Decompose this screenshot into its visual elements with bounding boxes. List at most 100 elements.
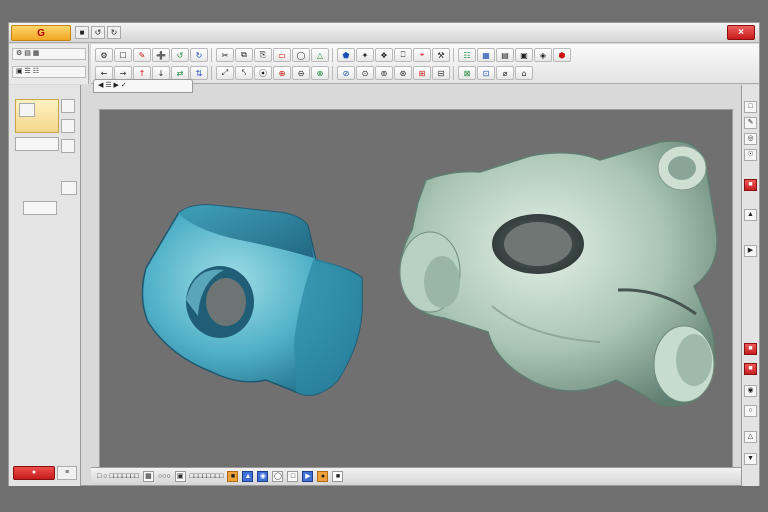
status-indicator-small[interactable]: ≡ [57,466,77,480]
right-tool-7-icon[interactable]: ▶ [744,245,757,257]
ribbon-row1-tool-15-icon[interactable]: ❖ [375,48,393,62]
ribbon-row1-tool-4-icon[interactable]: ➕ [152,48,170,62]
right-tool-4-icon[interactable]: ☉ [744,149,757,161]
ribbon-row1-tool-5-icon[interactable]: ↺ [171,48,189,62]
ribbon-row1-tool-1-icon[interactable]: ⚙ [95,48,113,62]
3d-viewport[interactable] [99,109,733,471]
document-tab[interactable]: ◀ ☰ ▶ ✓ [93,79,193,93]
ribbon-separator [453,48,457,62]
ribbon-row1-tool-7-icon[interactable]: ✂ [216,48,234,62]
status-indicator-red[interactable]: ● [13,466,55,480]
ribbon-row2-tool-1-icon[interactable]: ← [95,66,113,80]
status-polar-icon[interactable]: ▲ [242,471,254,482]
status-bar: □ ○ □□□□□□□ ▦ ○○○ ▣ □□□□□□□□ ■ ▲ ◉ ◯ □ ▶… [91,467,741,485]
ribbon-row2-tool-13-icon[interactable]: ⊘ [337,66,355,80]
ribbon-row1-tool-22-icon[interactable]: ▣ [515,48,533,62]
right-tool-2-icon[interactable]: ✎ [744,117,757,129]
ribbon-row2-tool-4-icon[interactable]: ↓ [152,66,170,80]
ribbon-row2-tool-21-icon[interactable]: ⌀ [496,66,514,80]
ribbon-row1-tool-8-icon[interactable]: ⧉ [235,48,253,62]
right-tool-6-icon[interactable]: ▲ [744,209,757,221]
tool-tile-small-3[interactable] [61,139,75,153]
ribbon-row2-tool-22-icon[interactable]: ⌂ [515,66,533,80]
ribbon-row2-tool-8-icon[interactable]: ⤣ [235,66,253,80]
status-text-1: □ ○ □□□□□□□ [97,473,139,480]
ribbon-row1-tool-13-icon[interactable]: ⬟ [337,48,355,62]
ribbon-row1-tool-3-icon[interactable]: ✎ [133,48,151,62]
ribbon-separator [332,66,336,80]
ribbon-row2-tool-17-icon[interactable]: ⊞ [413,66,431,80]
ribbon-row1-tool-17-icon[interactable]: ⌖ [413,48,431,62]
status-snap-icon[interactable]: ▣ [174,471,186,482]
ribbon-row1-tool-23-icon[interactable]: ◈ [534,48,552,62]
status-ortho-icon[interactable]: ■ [227,471,239,482]
tool-tile-row-3[interactable] [15,137,59,151]
ribbon-row2-tool-5-icon[interactable]: ⇄ [171,66,189,80]
ribbon-row2-tool-18-icon[interactable]: ⊟ [432,66,450,80]
3d-bracket-part[interactable] [141,204,363,396]
ribbon-separator [211,48,215,62]
ribbon-row2-tool-11-icon[interactable]: ⊖ [292,66,310,80]
status-grid-icon[interactable]: ▦ [142,471,154,482]
right-tool-1-icon[interactable]: □ [744,101,757,113]
right-tool-8-icon[interactable]: ■ [744,343,757,355]
status-text-2: ○○○ [157,473,171,480]
ribbon-row1-tool-16-icon[interactable]: ⎕ [394,48,412,62]
ribbon-row2-tool-12-icon[interactable]: ⊗ [311,66,329,80]
quick-access-undo-icon[interactable]: ↺ [91,26,105,39]
ribbon-row1-tool-9-icon[interactable]: ⎘ [254,48,272,62]
title-bar: G ■ ↺ ↻ × [9,23,759,43]
status-model-icon[interactable]: ■ [332,471,344,482]
ribbon-row1-tool-14-icon[interactable]: ✦ [356,48,374,62]
right-tool-10-icon[interactable]: ◉ [744,385,757,397]
status-ducs-icon[interactable]: □ [287,471,299,482]
quick-access-redo-icon[interactable]: ↻ [107,26,121,39]
ribbon-left-button-2[interactable]: ▣ ☰ ☷ [12,66,86,78]
ribbon-row1-tool-12-icon[interactable]: △ [311,48,329,62]
ribbon-row1-tool-2-icon[interactable]: ☐ [114,48,132,62]
status-otrack-icon[interactable]: ◯ [272,471,284,482]
status-dyn-icon[interactable]: ▶ [302,471,314,482]
ribbon-row2-tool-20-icon[interactable]: ⊡ [477,66,495,80]
tool-tile-small-2[interactable] [61,119,75,133]
right-tool-13-icon[interactable]: ▼ [744,453,757,465]
ribbon-row1-tool-11-icon[interactable]: ◯ [292,48,310,62]
right-tool-5-icon[interactable]: ■ [744,179,757,191]
ribbon-row2-tool-10-icon[interactable]: ⊕ [273,66,291,80]
ribbon-toolbar: ⚙ ☐ ✎ ➕ ↺ ↻ ✂ ⧉ ⎘ ▭ ◯ △ ⬟ ✦ ❖ ⎕ ⌖ ⚒ ☷ ▦ ▤ ▣ ◈ ⬢ ← → ↑ ↓ ⇄ ⇅ ⤢ ⤣ ⦿ ⊕ ⊖ ⊗ ⊘ ⊙ ⊚… [91,44,759,84]
3d-housing-part[interactable] [399,140,718,407]
ribbon-row1-tool-18-icon[interactable]: ⚒ [432,48,450,62]
ribbon-row1-tool-20-icon[interactable]: ▦ [477,48,495,62]
ribbon-row2-tool-2-icon[interactable]: → [114,66,132,80]
ribbon-left-button-1[interactable]: ⚙ ▤ ▦ [12,48,86,60]
ribbon-row2-tool-6-icon[interactable]: ⇅ [190,66,208,80]
right-tool-9-icon[interactable]: ■ [744,363,757,375]
ribbon-row1-tool-10-icon[interactable]: ▭ [273,48,291,62]
ribbon-row1-tool-6-icon[interactable]: ↻ [190,48,208,62]
right-tool-3-icon[interactable]: ◎ [744,133,757,145]
ribbon-row2-tool-15-icon[interactable]: ⊚ [375,66,393,80]
left-tool-panel: ● ≡ [9,85,81,486]
ribbon-row2-tool-14-icon[interactable]: ⊙ [356,66,374,80]
tool-tile-small-4[interactable] [61,181,77,195]
ribbon-row2-tool-3-icon[interactable]: ↑ [133,66,151,80]
ribbon-separator [332,48,336,62]
ribbon-row2-tool-16-icon[interactable]: ⊛ [394,66,412,80]
status-text-3: □□□□□□□□ [189,473,224,480]
ribbon-row1-tool-24-icon[interactable]: ⬢ [553,48,571,62]
tool-tile-small-1[interactable] [61,99,75,113]
app-logo[interactable]: G [11,25,71,41]
tool-tile-row-4[interactable] [23,201,57,215]
quick-access-save-icon[interactable]: ■ [75,26,89,39]
tool-tile-icon [19,103,35,117]
ribbon-row2-tool-7-icon[interactable]: ⤢ [216,66,234,80]
status-osnap-icon[interactable]: ◉ [257,471,269,482]
status-lwt-icon[interactable]: ● [317,471,329,482]
close-button[interactable]: × [727,25,755,40]
ribbon-row2-tool-19-icon[interactable]: ⊠ [458,66,476,80]
ribbon-row2-tool-9-icon[interactable]: ⦿ [254,66,272,80]
right-tool-12-icon[interactable]: △ [744,431,757,443]
ribbon-row1-tool-19-icon[interactable]: ☷ [458,48,476,62]
right-tool-11-icon[interactable]: ○ [744,405,757,417]
ribbon-row1-tool-21-icon[interactable]: ▤ [496,48,514,62]
